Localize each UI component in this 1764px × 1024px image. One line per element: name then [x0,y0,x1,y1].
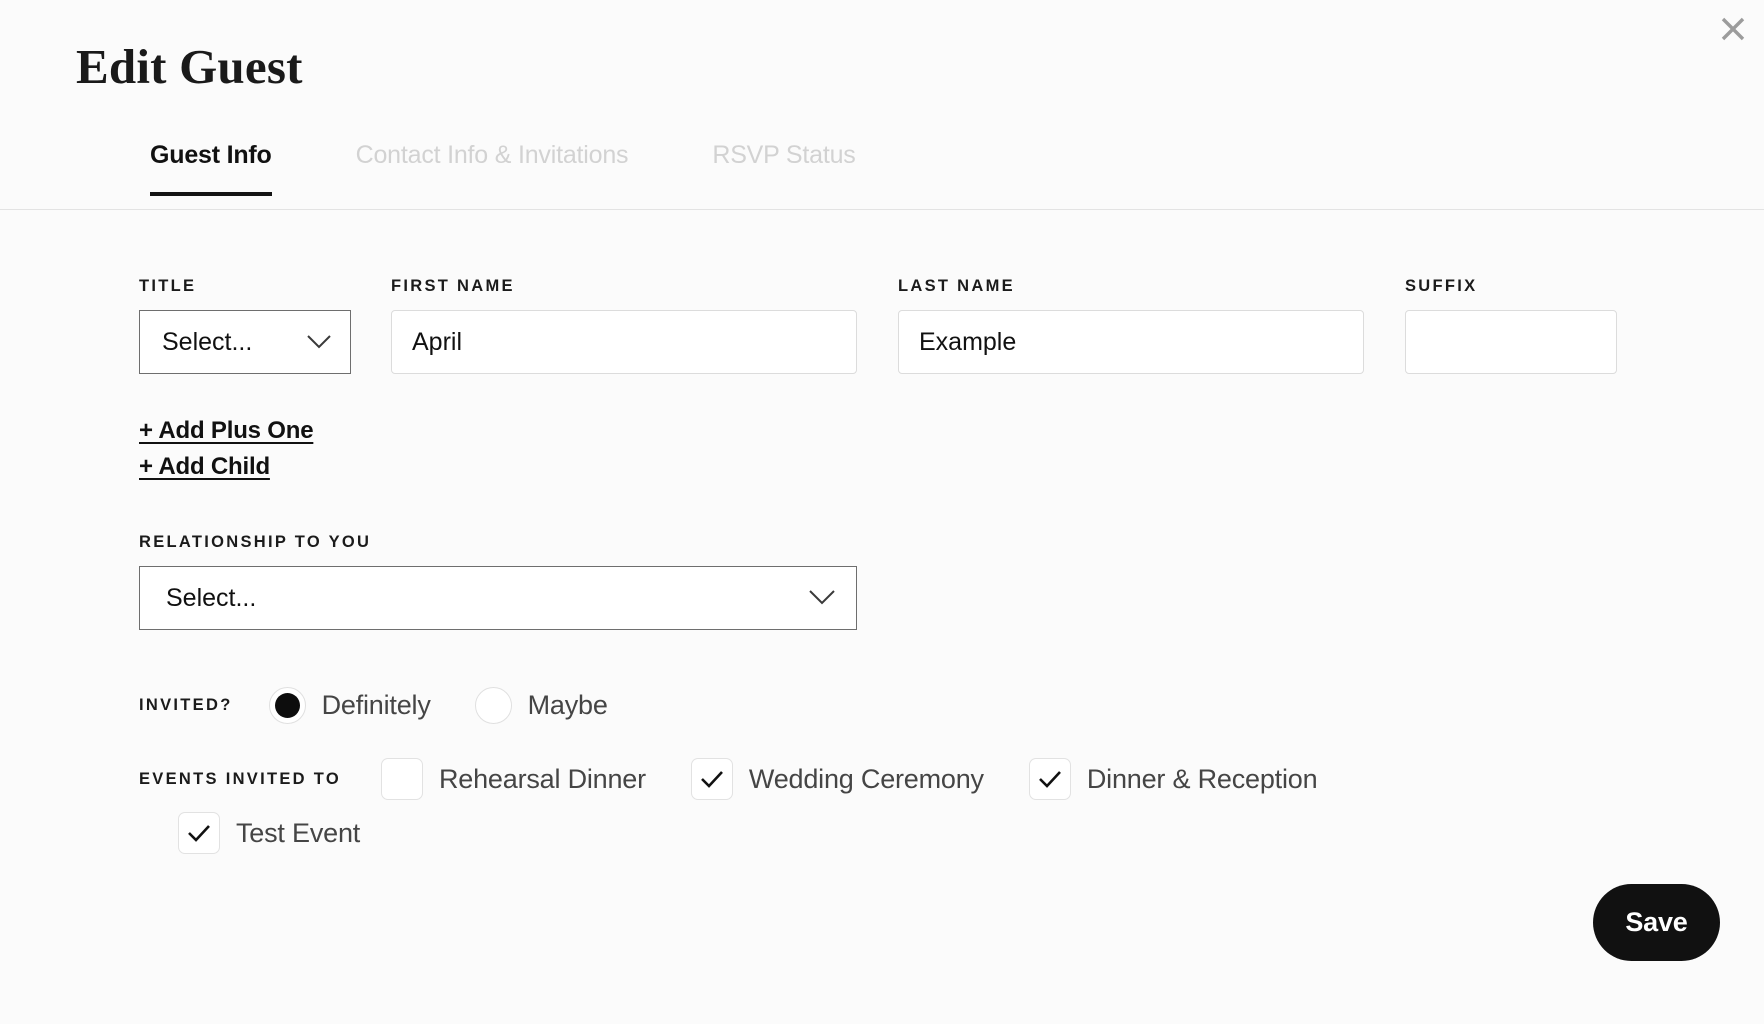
suffix-label: SUFFIX [1405,277,1478,295]
events-checkbox-group: EVENTS INVITED TO Rehearsal Dinner Weddi… [139,755,1589,857]
add-guest-links: + Add Plus One + Add Child [139,417,314,489]
last-name-input[interactable] [898,310,1364,374]
checkbox-dinner-reception-label: Dinner & Reception [1086,763,1318,794]
checkbox-wedding-ceremony[interactable]: Wedding Ceremony [690,755,984,803]
radio-definitely[interactable]: Definitely [268,687,431,724]
relationship-field-group: RELATIONSHIP TO YOU Select... [139,533,857,630]
first-name-field-group: FIRST NAME [391,277,857,374]
relationship-label: RELATIONSHIP TO YOU [139,533,372,551]
first-name-label: FIRST NAME [391,277,515,295]
checkbox-dinner-reception-indicator [1028,758,1071,800]
checkbox-wedding-ceremony-label: Wedding Ceremony [748,763,984,794]
chevron-down-icon [306,328,332,357]
radio-definitely-label: Definitely [321,690,431,720]
title-select[interactable]: Select... [139,310,351,374]
invited-label: INVITED? [139,696,233,714]
checkbox-test-event-label: Test Event [236,817,361,848]
close-icon [1720,16,1746,42]
radio-maybe-indicator [474,687,512,724]
checkbox-test-event-indicator [178,812,220,854]
events-label: EVENTS INVITED TO [139,770,341,788]
suffix-field-group: SUFFIX [1405,277,1617,374]
relationship-select[interactable]: Select... [139,566,857,630]
title-field-group: TITLE Select... [139,277,351,374]
tab-contact-info-invitations[interactable]: Contact Info & Invitations [356,133,629,192]
checkbox-wedding-ceremony-indicator [690,758,733,800]
radio-definitely-indicator [268,687,306,724]
page-title: Edit Guest [76,39,303,94]
title-select-value: Select... [162,327,253,356]
tab-guest-info[interactable]: Guest Info [150,133,272,196]
save-button[interactable]: Save [1593,884,1720,961]
tab-bar: Guest Info Contact Info & Invitations RS… [0,133,1764,210]
title-label: TITLE [139,277,197,295]
radio-maybe[interactable]: Maybe [474,687,608,724]
add-plus-one-link[interactable]: + Add Plus One [139,417,314,445]
checkbox-rehearsal-dinner-label: Rehearsal Dinner [439,763,646,794]
relationship-select-value: Select... [166,583,257,612]
name-fields-row: TITLE Select... FIRST NAME LAST NAME SUF… [139,277,1624,374]
last-name-field-group: LAST NAME [898,277,1364,374]
close-button[interactable] [1710,6,1756,52]
last-name-label: LAST NAME [898,277,1015,295]
checkbox-dinner-reception[interactable]: Dinner & Reception [1028,755,1318,803]
checkbox-rehearsal-dinner[interactable]: Rehearsal Dinner [381,755,646,803]
invited-radio-group: INVITED? Definitely Maybe [139,687,652,724]
add-child-link[interactable]: + Add Child [139,453,270,481]
checkbox-test-event[interactable]: Test Event [178,809,360,857]
first-name-input[interactable] [391,310,857,374]
suffix-input[interactable] [1405,310,1617,374]
tab-rsvp-status[interactable]: RSVP Status [712,133,855,192]
checkbox-rehearsal-dinner-indicator [381,758,423,800]
chevron-down-icon [808,584,836,613]
radio-maybe-label: Maybe [527,690,608,720]
